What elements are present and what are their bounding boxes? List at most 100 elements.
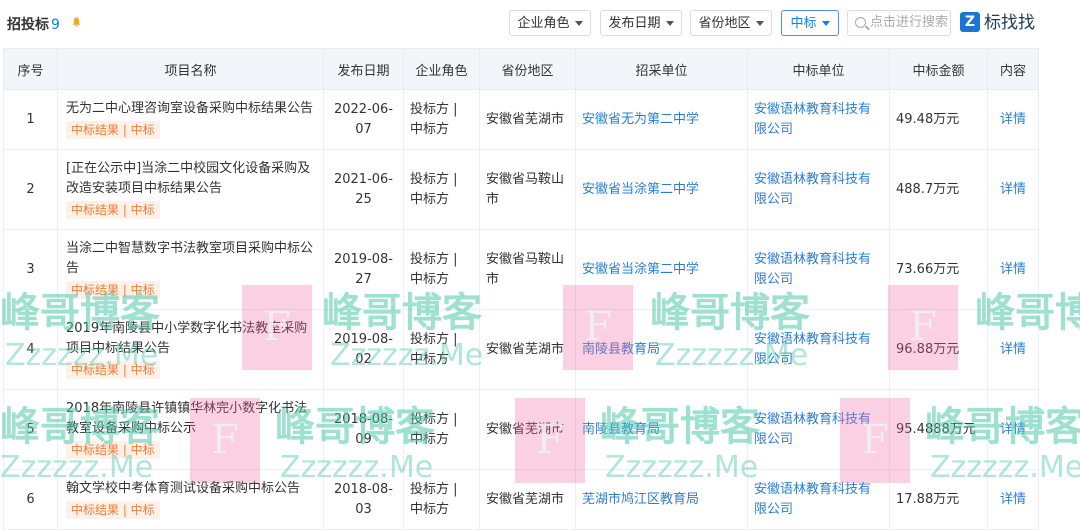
- winner-link[interactable]: 安徽语林教育科技有限公司: [747, 309, 890, 390]
- buyer-link[interactable]: 南陵县教育局: [575, 389, 748, 470]
- table-row: 5 2018年南陵县许镇镇华林完小数字化书法教室设备采购中标公示 中标结果 | …: [3, 389, 1039, 470]
- bid-amount: 488.7万元: [889, 149, 988, 230]
- enterprise-role: 投标方 | 中标方: [403, 149, 480, 230]
- page-title: 招投标 9: [7, 14, 60, 34]
- winner-link[interactable]: 安徽语林教育科技有限公司: [747, 389, 890, 470]
- table-row: 2 [正在公示中]当涂二中校园文化设备采购及改造安装项目中标结果公告 中标结果 …: [3, 149, 1039, 230]
- bid-amount: 95.4888万元: [889, 389, 988, 470]
- project-cell: 翰文学校中考体育测试设备采购中标公告 中标结果 | 中标: [57, 469, 324, 530]
- table-row: 4 2019年南陵县中小学数字化书法教室采购项目中标结果公告 中标结果 | 中标…: [3, 309, 1039, 390]
- status-badge: 中标结果 | 中标: [66, 200, 160, 219]
- table-header: 序号 项目名称 发布日期 企业角色 省份地区 招采单位 中标单位 中标金额 内容: [3, 48, 1039, 90]
- project-cell: 无为二中心理咨询室设备采购中标结果公告 中标结果 | 中标: [57, 89, 324, 150]
- status-badge: 中标结果 | 中标: [66, 280, 160, 299]
- buyer-link[interactable]: 安徽省当涂第二中学: [575, 229, 748, 310]
- province-region: 安徽省芜湖市: [479, 89, 576, 150]
- col-header: 招采单位: [575, 48, 748, 90]
- detail-link[interactable]: 详情: [987, 229, 1039, 310]
- project-cell: 2019年南陵县中小学数字化书法教室采购项目中标结果公告 中标结果 | 中标: [57, 309, 324, 390]
- col-header: 中标金额: [889, 48, 988, 90]
- col-header: 发布日期: [323, 48, 404, 90]
- filter-enterprise-role[interactable]: 企业角色: [509, 10, 591, 36]
- chevron-down-icon: [755, 21, 764, 26]
- row-number: 6: [3, 469, 58, 530]
- enterprise-role: 投标方 | 中标方: [403, 389, 480, 470]
- col-header: 内容: [987, 48, 1039, 90]
- row-number: 4: [3, 309, 58, 390]
- project-cell: 2018年南陵县许镇镇华林完小数字化书法教室设备采购中标公示 中标结果 | 中标: [57, 389, 324, 470]
- filter-province[interactable]: 省份地区: [690, 10, 772, 36]
- chevron-down-icon: [821, 21, 830, 26]
- title-text: 招投标: [7, 17, 49, 33]
- logo-icon: Z: [960, 12, 980, 32]
- result-count: 9: [51, 17, 60, 33]
- status-badge: 中标结果 | 中标: [66, 360, 160, 379]
- province-region: 安徽省马鞍山市: [479, 229, 576, 310]
- row-number: 3: [3, 229, 58, 310]
- buyer-link[interactable]: 芜湖市鸠江区教育局: [575, 469, 748, 530]
- search-icon: [855, 17, 866, 28]
- bid-table: 序号 项目名称 发布日期 企业角色 省份地区 招采单位 中标单位 中标金额 内容…: [3, 48, 1039, 530]
- enterprise-role: 投标方 | 中标方: [403, 309, 480, 390]
- winner-link[interactable]: 安徽语林教育科技有限公司: [747, 89, 890, 150]
- table-row: 1 无为二中心理咨询室设备采购中标结果公告 中标结果 | 中标 2022-06-…: [3, 89, 1039, 150]
- project-cell: [正在公示中]当涂二中校园文化设备采购及改造安装项目中标结果公告 中标结果 | …: [57, 149, 324, 230]
- project-name[interactable]: [正在公示中]当涂二中校园文化设备采购及改造安装项目中标结果公告: [66, 159, 317, 199]
- project-name[interactable]: 当涂二中智慧数字书法教室项目采购中标公告: [66, 239, 317, 279]
- toolbar: 招投标 9 企业角色 发布日期 省份地区 中标 点击进行搜索 Z 标找找: [0, 0, 1080, 48]
- chevron-down-icon: [574, 21, 583, 26]
- row-number: 5: [3, 389, 58, 470]
- buyer-link[interactable]: 安徽省当涂第二中学: [575, 149, 748, 230]
- filter-publish-date[interactable]: 发布日期: [600, 10, 682, 36]
- publish-date: 2019-08-27: [323, 229, 404, 310]
- filter-win-bid[interactable]: 中标: [781, 10, 839, 36]
- enterprise-role: 投标方 | 中标方: [403, 229, 480, 310]
- buyer-link[interactable]: 安徽省无为第二中学: [575, 89, 748, 150]
- bid-amount: 49.48万元: [889, 89, 988, 150]
- col-header: 省份地区: [479, 48, 576, 90]
- bid-amount: 73.66万元: [889, 229, 988, 310]
- detail-link[interactable]: 详情: [987, 469, 1039, 530]
- brand-name: 标找找: [984, 13, 1035, 33]
- enterprise-role: 投标方 | 中标方: [403, 469, 480, 530]
- province-region: 安徽省马鞍山市: [479, 149, 576, 230]
- buyer-link[interactable]: 南陵县教育局: [575, 309, 748, 390]
- status-badge: 中标结果 | 中标: [66, 440, 160, 459]
- project-name[interactable]: 2018年南陵县许镇镇华林完小数字化书法教室设备采购中标公示: [66, 399, 317, 439]
- project-name[interactable]: 翰文学校中考体育测试设备采购中标公告: [66, 479, 317, 499]
- enterprise-role: 投标方 | 中标方: [403, 89, 480, 150]
- detail-link[interactable]: 详情: [987, 389, 1039, 470]
- search-input[interactable]: 点击进行搜索: [847, 10, 951, 36]
- row-number: 2: [3, 149, 58, 230]
- row-number: 1: [3, 89, 58, 150]
- project-name[interactable]: 2019年南陵县中小学数字化书法教室采购项目中标结果公告: [66, 319, 317, 359]
- detail-link[interactable]: 详情: [987, 309, 1039, 390]
- col-header: 中标单位: [747, 48, 890, 90]
- bid-amount: 17.88万元: [889, 469, 988, 530]
- publish-date: 2018-08-03: [323, 469, 404, 530]
- publish-date: 2021-06-25: [323, 149, 404, 230]
- status-badge: 中标结果 | 中标: [66, 120, 160, 139]
- project-cell: 当涂二中智慧数字书法教室项目采购中标公告 中标结果 | 中标: [57, 229, 324, 310]
- detail-link[interactable]: 详情: [987, 149, 1039, 230]
- col-header: 企业角色: [403, 48, 480, 90]
- col-header: 项目名称: [57, 48, 324, 90]
- publish-date: 2022-06-07: [323, 89, 404, 150]
- province-region: 安徽省芜湖市: [479, 469, 576, 530]
- bid-amount: 96.88万元: [889, 309, 988, 390]
- winner-link[interactable]: 安徽语林教育科技有限公司: [747, 149, 890, 230]
- publish-date: 2019-08-02: [323, 309, 404, 390]
- winner-link[interactable]: 安徽语林教育科技有限公司: [747, 469, 890, 530]
- province-region: 安徽省芜湖市: [479, 309, 576, 390]
- winner-link[interactable]: 安徽语林教育科技有限公司: [747, 229, 890, 310]
- project-name[interactable]: 无为二中心理咨询室设备采购中标结果公告: [66, 99, 317, 119]
- publish-date: 2018-08-09: [323, 389, 404, 470]
- status-badge: 中标结果 | 中标: [66, 500, 160, 519]
- search-placeholder: 点击进行搜索: [870, 15, 949, 30]
- bell-icon[interactable]: [72, 17, 81, 27]
- detail-link[interactable]: 详情: [987, 89, 1039, 150]
- col-header: 序号: [3, 48, 58, 90]
- table-row: 6 翰文学校中考体育测试设备采购中标公告 中标结果 | 中标 2018-08-0…: [3, 469, 1039, 530]
- province-region: 安徽省芜湖市: [479, 389, 576, 470]
- chevron-down-icon: [665, 21, 674, 26]
